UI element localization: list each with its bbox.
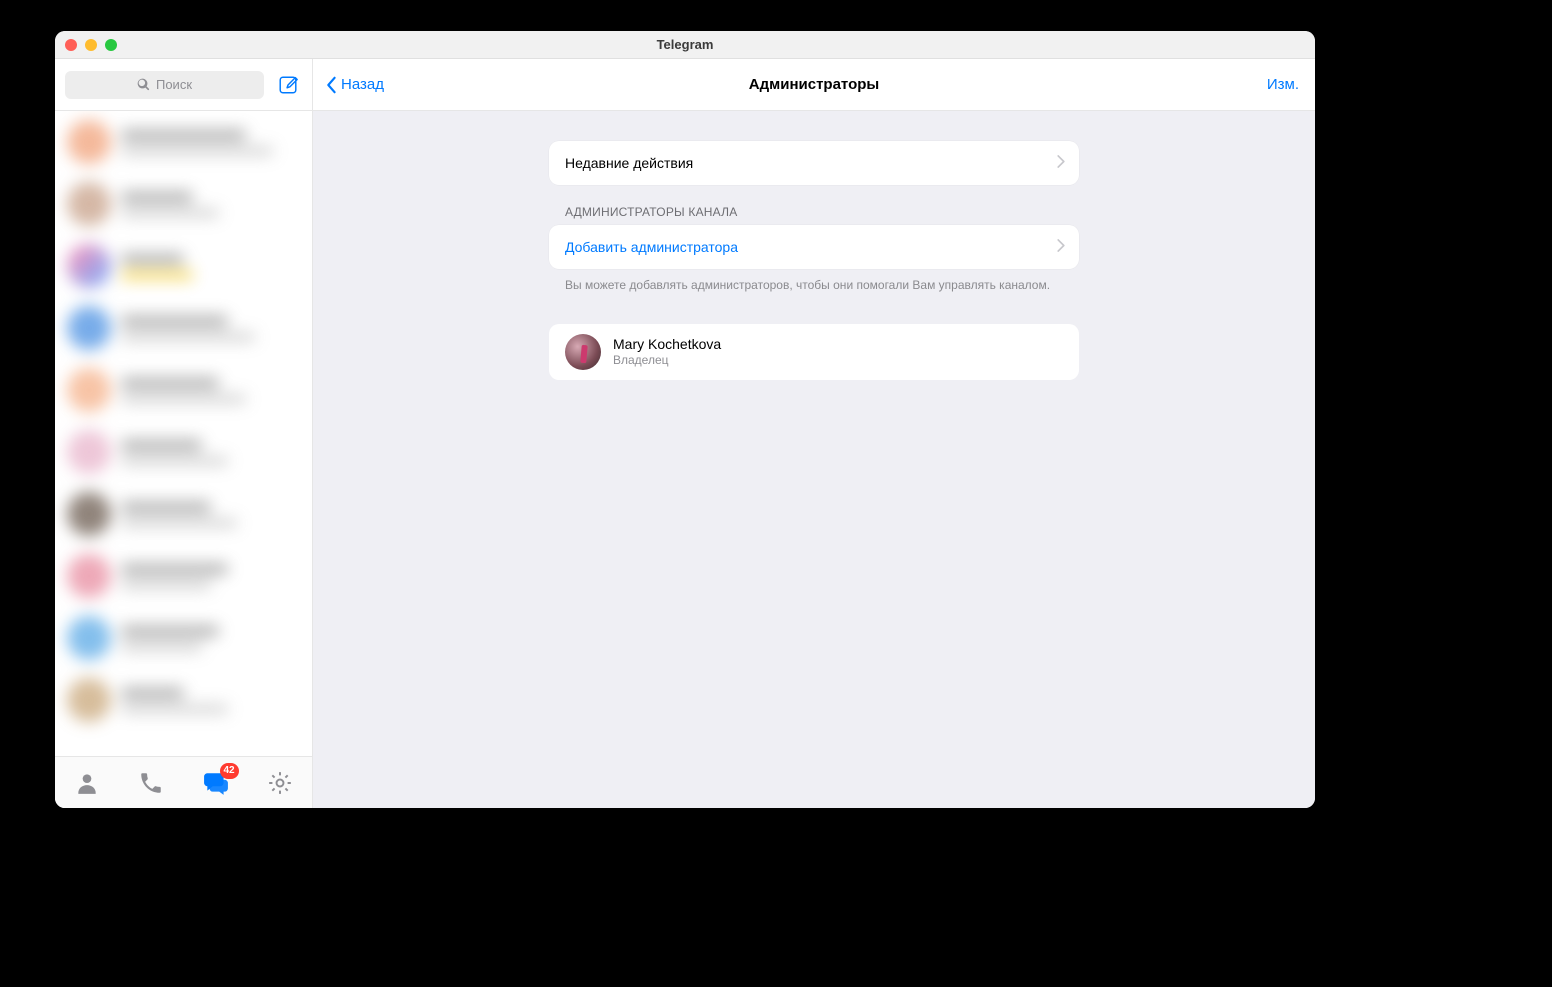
sidebar: Поиск	[55, 59, 313, 808]
main-header: Назад Администраторы Изм.	[313, 59, 1315, 111]
app-window: Telegram Поиск	[55, 31, 1315, 808]
avatar	[565, 334, 601, 370]
recent-actions-row[interactable]: Недавние действия	[549, 141, 1079, 185]
back-button[interactable]: Назад	[325, 76, 384, 94]
titlebar[interactable]: Telegram	[55, 31, 1315, 59]
window-title: Telegram	[657, 37, 714, 52]
chevron-left-icon	[325, 76, 337, 94]
contact-icon	[74, 770, 100, 796]
tab-settings[interactable]	[260, 763, 300, 803]
compose-button[interactable]	[274, 71, 302, 99]
admins-section-label: АДМИНИСТРАТОРЫ КАНАЛА	[549, 185, 1079, 225]
chevron-right-icon	[1057, 155, 1065, 171]
add-admin-group: Добавить администратора	[549, 225, 1079, 269]
admin-name: Mary Kochetkova	[613, 336, 721, 352]
search-input[interactable]: Поиск	[65, 71, 264, 99]
window-controls	[65, 39, 117, 51]
settings-panel: Недавние действия АДМИНИСТРАТОРЫ КАНАЛА …	[549, 141, 1079, 380]
add-admin-label: Добавить администратора	[565, 239, 738, 255]
compose-icon	[277, 74, 299, 96]
content-area: Недавние действия АДМИНИСТРАТОРЫ КАНАЛА …	[313, 111, 1315, 808]
gear-icon	[267, 770, 293, 796]
admins-section-footer: Вы можете добавлять администраторов, что…	[549, 269, 1079, 294]
recent-actions-group: Недавние действия	[549, 141, 1079, 185]
edit-button[interactable]: Изм.	[1267, 76, 1299, 93]
window-minimize-button[interactable]	[85, 39, 97, 51]
search-placeholder: Поиск	[156, 77, 192, 92]
window-maximize-button[interactable]	[105, 39, 117, 51]
phone-icon	[138, 770, 164, 796]
admin-role: Владелец	[613, 353, 721, 367]
search-icon	[137, 78, 150, 91]
chat-list[interactable]	[55, 111, 312, 756]
app-body: Поиск	[55, 59, 1315, 808]
sidebar-tabs: 42	[55, 756, 312, 808]
tab-chats[interactable]: 42	[196, 763, 236, 803]
recent-actions-label: Недавние действия	[565, 155, 693, 171]
tab-contacts[interactable]	[67, 763, 107, 803]
admin-info: Mary Kochetkova Владелец	[613, 336, 721, 367]
sidebar-toolbar: Поиск	[55, 59, 312, 111]
back-label: Назад	[341, 76, 384, 93]
page-title: Администраторы	[749, 76, 879, 93]
main-panel: Назад Администраторы Изм. Недавние дейст…	[313, 59, 1315, 808]
tab-calls[interactable]	[131, 763, 171, 803]
add-admin-row[interactable]: Добавить администратора	[549, 225, 1079, 269]
unread-badge: 42	[220, 763, 239, 779]
chevron-right-icon	[1057, 239, 1065, 255]
admin-list-item[interactable]: Mary Kochetkova Владелец	[549, 324, 1079, 380]
window-close-button[interactable]	[65, 39, 77, 51]
